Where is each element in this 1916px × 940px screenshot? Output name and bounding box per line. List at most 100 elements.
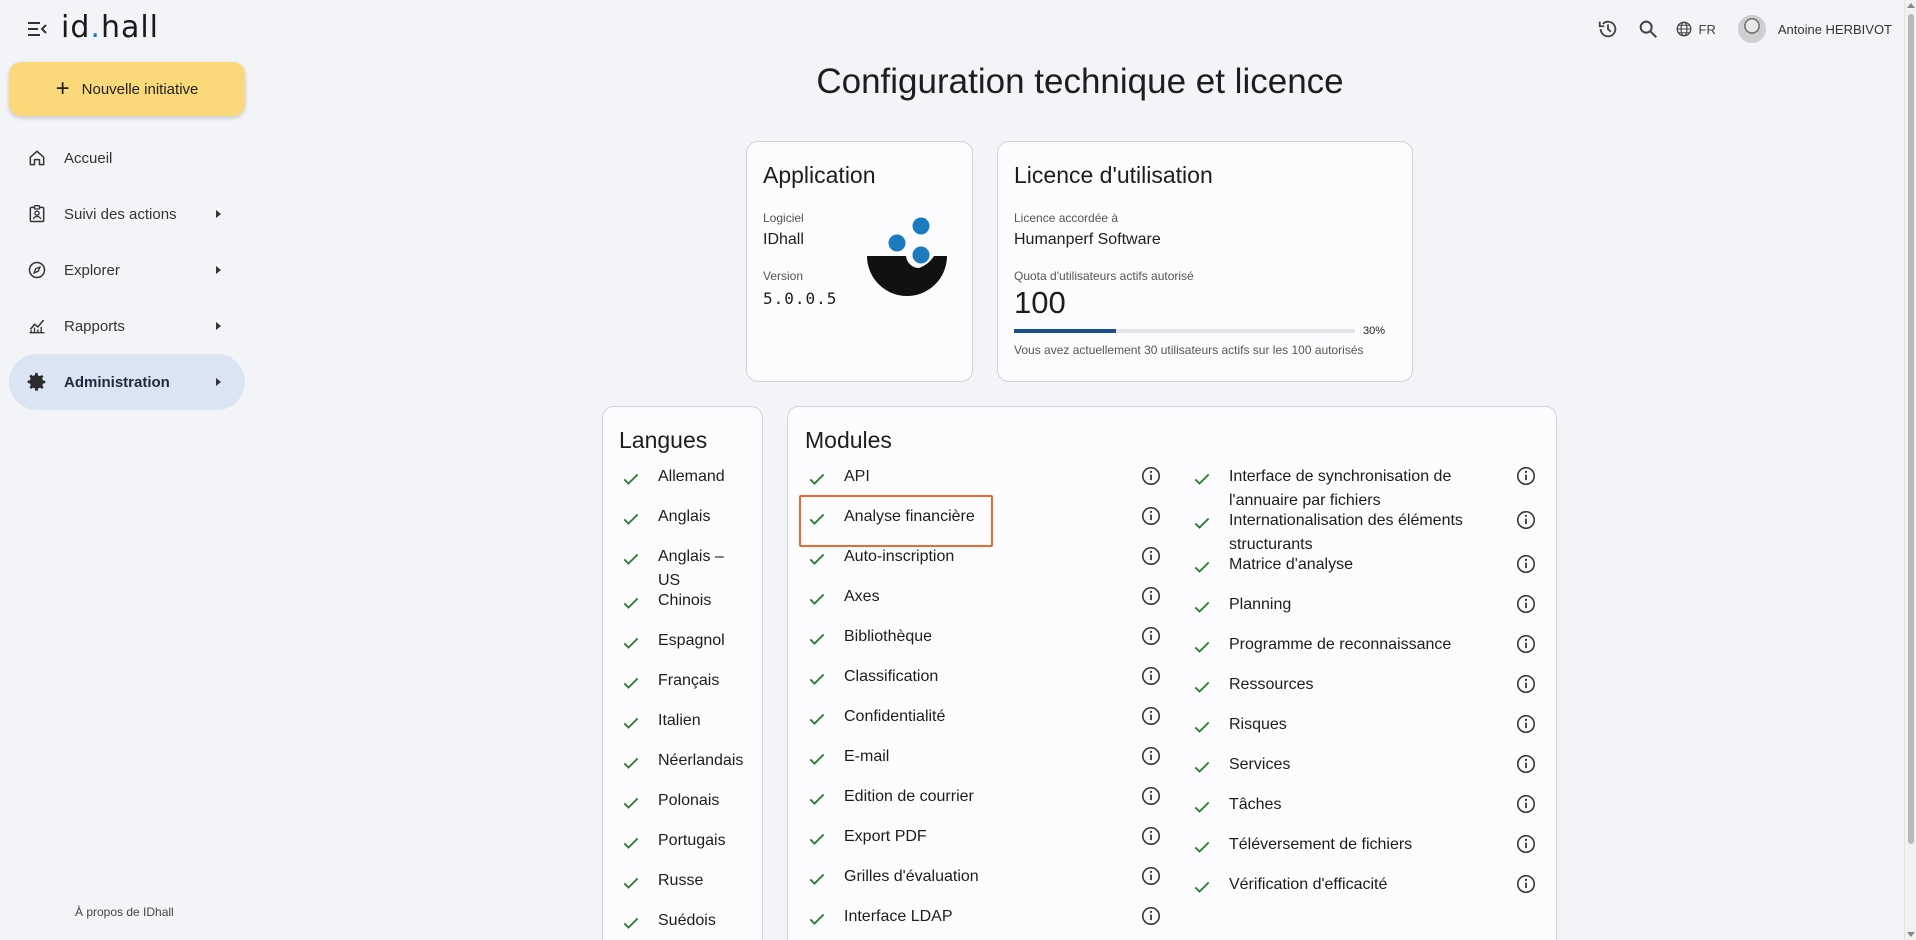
info-icon[interactable] bbox=[1515, 833, 1539, 857]
licence-granted-label: Licence accordée à bbox=[1014, 211, 1119, 225]
scroll-down-icon[interactable] bbox=[1907, 932, 1915, 937]
module-row: Analyse financière bbox=[805, 506, 1164, 549]
idhall-logo-icon bbox=[864, 216, 950, 306]
top-bar: id.hall FR Antoine HERBIVOT bbox=[0, 0, 1904, 58]
info-icon[interactable] bbox=[1140, 865, 1164, 889]
language-row: Anglais bbox=[619, 507, 746, 549]
check-icon bbox=[805, 747, 829, 771]
sidebar-item-rapports[interactable]: Rapports bbox=[9, 298, 245, 354]
module-row: Auto-inscription bbox=[805, 546, 1164, 589]
sidebar-item-accueil[interactable]: Accueil bbox=[9, 130, 245, 186]
language-name: Anglais bbox=[658, 508, 711, 525]
about-link[interactable]: À propos de IDhall bbox=[75, 905, 174, 919]
module-row: Matrice d'analyse bbox=[1190, 554, 1539, 597]
sidebar-item-label: Suivi des actions bbox=[64, 205, 177, 223]
language-selector[interactable]: FR bbox=[1675, 20, 1716, 38]
language-name: Allemand bbox=[658, 468, 725, 485]
menu-collapse-icon[interactable] bbox=[26, 18, 48, 40]
info-icon[interactable] bbox=[1140, 745, 1164, 769]
module-name: Services bbox=[1228, 756, 1291, 773]
info-icon[interactable] bbox=[1515, 713, 1539, 737]
check-icon bbox=[619, 591, 643, 615]
info-icon[interactable] bbox=[1515, 793, 1539, 817]
module-name: Tâches bbox=[1228, 796, 1282, 813]
check-icon bbox=[1190, 795, 1214, 819]
info-icon[interactable] bbox=[1515, 873, 1539, 897]
check-icon bbox=[1190, 511, 1214, 535]
module-row: Risques bbox=[1190, 714, 1539, 757]
user-menu[interactable]: Antoine HERBIVOT bbox=[1737, 15, 1892, 43]
caret-right-icon bbox=[216, 378, 221, 386]
language-row: Français bbox=[619, 671, 746, 713]
module-name: Téléversement de fichiers bbox=[1228, 836, 1413, 853]
info-icon[interactable] bbox=[1140, 465, 1164, 489]
app-logo[interactable]: id.hall bbox=[61, 10, 159, 45]
info-icon[interactable] bbox=[1140, 505, 1164, 529]
licence-card: Licence d'utilisation Licence accordée à… bbox=[997, 141, 1413, 382]
language-name: Polonais bbox=[658, 792, 720, 809]
info-icon[interactable] bbox=[1515, 509, 1539, 533]
check-icon bbox=[619, 507, 643, 531]
language-row: Suédois bbox=[619, 912, 746, 940]
usage-progress-bar bbox=[1014, 329, 1355, 333]
info-icon[interactable] bbox=[1515, 673, 1539, 697]
avatar bbox=[1737, 15, 1766, 43]
check-icon bbox=[619, 671, 643, 695]
check-icon bbox=[619, 467, 643, 491]
sidebar-item-explorer[interactable]: Explorer bbox=[9, 242, 245, 298]
check-icon bbox=[805, 827, 829, 851]
info-icon[interactable] bbox=[1515, 553, 1539, 577]
check-icon bbox=[1190, 555, 1214, 579]
info-icon[interactable] bbox=[1140, 545, 1164, 569]
licence-heading: Licence d'utilisation bbox=[1014, 162, 1213, 188]
info-icon[interactable] bbox=[1140, 625, 1164, 649]
check-icon bbox=[1190, 875, 1214, 899]
info-icon[interactable] bbox=[1515, 633, 1539, 657]
check-icon bbox=[805, 627, 829, 651]
check-icon bbox=[619, 831, 643, 855]
language-row: Néerlandais bbox=[619, 751, 746, 793]
info-icon[interactable] bbox=[1515, 465, 1539, 489]
check-icon bbox=[619, 751, 643, 775]
language-name: Anglais – US bbox=[658, 548, 724, 589]
module-name: API bbox=[844, 468, 870, 485]
module-row: E-mail bbox=[805, 746, 1164, 789]
module-row: Programme de reconnaissance bbox=[1190, 634, 1539, 677]
sidebar-item-administration[interactable]: Administration bbox=[9, 354, 245, 410]
globe-icon bbox=[1676, 21, 1691, 37]
module-name: Auto-inscription bbox=[844, 548, 955, 565]
sidebar-item-label: Administration bbox=[64, 373, 170, 391]
page-scrollbar[interactable] bbox=[1904, 0, 1916, 940]
compass-icon bbox=[26, 259, 48, 281]
info-icon[interactable] bbox=[1515, 753, 1539, 777]
info-icon[interactable] bbox=[1140, 665, 1164, 689]
history-icon[interactable] bbox=[1595, 16, 1621, 42]
module-name: Export PDF bbox=[844, 828, 927, 845]
check-icon bbox=[1190, 675, 1214, 699]
module-name: Internationalisation des éléments struct… bbox=[1228, 512, 1463, 553]
application-heading: Application bbox=[763, 162, 876, 188]
info-icon[interactable] bbox=[1140, 705, 1164, 729]
licence-granted-value: Humanperf Software bbox=[1014, 231, 1161, 248]
language-name: Chinois bbox=[658, 592, 712, 609]
language-name: Français bbox=[658, 672, 720, 689]
check-icon bbox=[805, 467, 829, 491]
info-icon[interactable] bbox=[1515, 593, 1539, 617]
search-icon[interactable] bbox=[1635, 16, 1661, 42]
check-icon bbox=[805, 907, 829, 931]
info-icon[interactable] bbox=[1140, 825, 1164, 849]
info-icon[interactable] bbox=[1140, 905, 1164, 929]
sidebar-item-suivi-des-actions[interactable]: Suivi des actions bbox=[9, 186, 245, 242]
scroll-up-icon[interactable] bbox=[1907, 3, 1915, 8]
scrollbar-thumb[interactable] bbox=[1908, 14, 1914, 844]
module-name: Bibliothèque bbox=[844, 628, 933, 645]
language-row: Espagnol bbox=[619, 632, 746, 673]
language-name: Italien bbox=[658, 712, 701, 729]
sidebar-item-label: Rapports bbox=[64, 317, 125, 335]
check-icon bbox=[619, 871, 643, 895]
info-icon[interactable] bbox=[1140, 585, 1164, 609]
info-icon[interactable] bbox=[1140, 785, 1164, 809]
language-row: Polonais bbox=[619, 792, 746, 833]
home-icon bbox=[26, 147, 48, 169]
language-row: Chinois bbox=[619, 591, 746, 633]
